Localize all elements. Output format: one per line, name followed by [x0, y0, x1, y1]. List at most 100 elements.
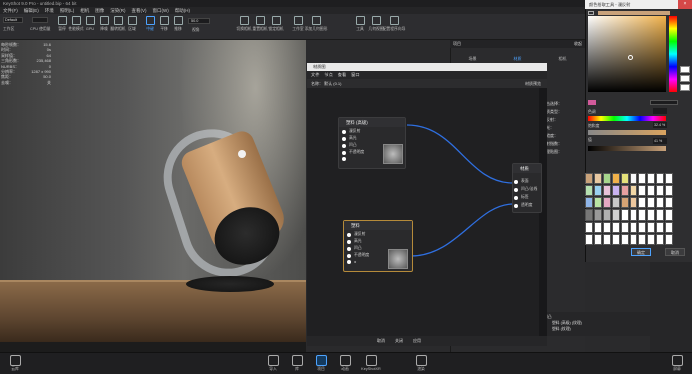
palette-swatch[interactable]	[665, 233, 673, 245]
saturation-value-field[interactable]	[588, 16, 666, 92]
menu-node[interactable]: 节点	[324, 71, 332, 79]
palette-swatch[interactable]	[611, 185, 620, 197]
palette-swatch[interactable]	[638, 221, 647, 233]
palette-swatch[interactable]	[585, 221, 593, 233]
palette-swatch[interactable]	[611, 173, 620, 185]
palette-swatch[interactable]	[647, 221, 656, 233]
tab-camera[interactable]: 相机	[559, 56, 567, 62]
palette-swatch[interactable]	[585, 173, 593, 185]
material-preview-toggle[interactable]: 材质预览	[525, 79, 541, 88]
palette-swatch[interactable]	[611, 197, 620, 209]
close-icon[interactable]: ×	[678, 0, 692, 9]
palette-swatch[interactable]	[629, 173, 638, 185]
swatch[interactable]	[680, 75, 690, 82]
apply-button[interactable]: 应用	[413, 336, 421, 346]
menu-lighting[interactable]: 照明(L)	[60, 7, 75, 14]
tools-button[interactable]: 工具	[352, 16, 368, 38]
node-port[interactable]: 漫反射	[342, 129, 360, 134]
animation-button[interactable]: 动画	[334, 355, 356, 372]
cancel-button[interactable]: 取消	[377, 336, 385, 346]
node-port[interactable]: 标签	[514, 195, 529, 200]
palette-swatch[interactable]	[593, 197, 602, 209]
library-button[interactable]: 库	[286, 355, 308, 372]
list-item[interactable]: 塑料 (纹理)	[544, 326, 648, 332]
node-port[interactable]: 高光	[347, 239, 362, 244]
node-plastic[interactable]: 塑料 漫反射 高光 凹凸 不透明度 α	[343, 220, 413, 272]
menu-render[interactable]: 渲染(R)	[110, 7, 125, 14]
cloud-library-button[interactable]: 云库	[4, 355, 26, 372]
palette-swatch[interactable]	[665, 221, 673, 233]
menu-view[interactable]: 查看	[338, 71, 346, 79]
palette-swatch[interactable]	[629, 197, 638, 209]
menu-edit[interactable]: 编辑(E)	[24, 7, 39, 14]
field-of-view-input[interactable]: 50.0	[188, 18, 210, 24]
node-advanced-plastic[interactable]: 塑料 (高级) 漫反射 高光 凹凸 不透明度	[338, 117, 406, 169]
palette-swatch[interactable]	[665, 197, 673, 209]
studio-button[interactable]: 工作室	[290, 16, 306, 38]
palette-swatch[interactable]	[638, 233, 647, 245]
palette-swatch[interactable]	[665, 185, 673, 197]
palette-swatch[interactable]	[620, 209, 629, 221]
node-port[interactable]: 表面	[514, 179, 529, 184]
workspace-select[interactable]: Default	[3, 17, 23, 23]
menu-window[interactable]: 窗口	[351, 71, 359, 79]
render-button[interactable]: 渲染	[410, 355, 432, 372]
node-port[interactable]: 透明度	[514, 203, 532, 208]
palette-swatch[interactable]	[620, 197, 629, 209]
palette-swatch[interactable]	[656, 221, 665, 233]
palette-swatch[interactable]	[638, 209, 647, 221]
palette-swatch[interactable]	[593, 185, 602, 197]
palette-swatch[interactable]	[593, 173, 602, 185]
palette-swatch[interactable]	[656, 209, 665, 221]
color-mode-select[interactable]	[650, 100, 678, 105]
menu-window[interactable]: 窗口(W)	[153, 7, 169, 14]
palette-swatch[interactable]	[620, 221, 629, 233]
palette-swatch[interactable]	[647, 185, 656, 197]
palette-swatch[interactable]	[585, 233, 593, 245]
palette-swatch[interactable]	[647, 173, 656, 185]
menu-image[interactable]: 图像	[95, 7, 104, 14]
menu-environment[interactable]: 环境	[45, 7, 54, 14]
add-geometry-button[interactable]: 添加几何图形	[305, 16, 327, 38]
collapse-button[interactable]: 收起	[574, 40, 582, 48]
palette-swatch[interactable]	[602, 221, 611, 233]
node-port[interactable]: 漫反射	[347, 232, 365, 237]
value-value[interactable]: 41 %	[653, 138, 667, 144]
node-material-output[interactable]: 材质 表面 凹凸/法线 标签 透明度	[512, 163, 542, 213]
geometry-view-button[interactable]: 几何视图	[368, 16, 384, 38]
node-port[interactable]: 不透明度	[347, 253, 369, 258]
menu-help[interactable]: 帮助(H)	[175, 7, 190, 14]
project-button[interactable]: 项目	[310, 355, 332, 372]
palette-swatch[interactable]	[629, 233, 638, 245]
keyshotxr-button[interactable]: KeyShotXR	[360, 355, 382, 371]
palette-swatch[interactable]	[611, 221, 620, 233]
ok-button[interactable]: 确定	[631, 248, 651, 256]
node-port[interactable]: 不透明度	[342, 150, 364, 155]
palette-swatch[interactable]	[602, 233, 611, 245]
palette-swatch[interactable]	[585, 209, 593, 221]
palette-swatch[interactable]	[602, 173, 611, 185]
palette-swatch[interactable]	[593, 221, 602, 233]
swatch[interactable]	[680, 66, 690, 73]
palette-swatch[interactable]	[656, 173, 665, 185]
menu-camera[interactable]: 相机	[80, 7, 89, 14]
hue-slider[interactable]	[669, 16, 677, 92]
palette-swatch[interactable]	[585, 197, 593, 209]
palette-swatch[interactable]	[656, 197, 665, 209]
reset-camera-button[interactable]: 重置相机	[252, 16, 268, 38]
screenshot-button[interactable]: 屏幕	[666, 355, 688, 372]
switch-camera-button[interactable]: 切换相机	[236, 16, 252, 38]
palette-swatch[interactable]	[620, 185, 629, 197]
node-port[interactable]: α	[347, 260, 356, 264]
color-selector[interactable]	[628, 55, 633, 60]
tab-material[interactable]: 材质	[514, 56, 522, 62]
tab-scene[interactable]: 场景	[469, 56, 477, 62]
palette-swatch[interactable]	[602, 209, 611, 221]
palette-swatch[interactable]	[602, 197, 611, 209]
swatch[interactable]	[680, 84, 690, 91]
palette-swatch[interactable]	[593, 233, 602, 245]
lock-camera-button[interactable]: 锁定相机	[268, 16, 284, 38]
cancel-button[interactable]: 取消	[665, 248, 685, 256]
palette-swatch[interactable]	[593, 209, 602, 221]
close-button[interactable]: 关闭	[395, 336, 403, 346]
